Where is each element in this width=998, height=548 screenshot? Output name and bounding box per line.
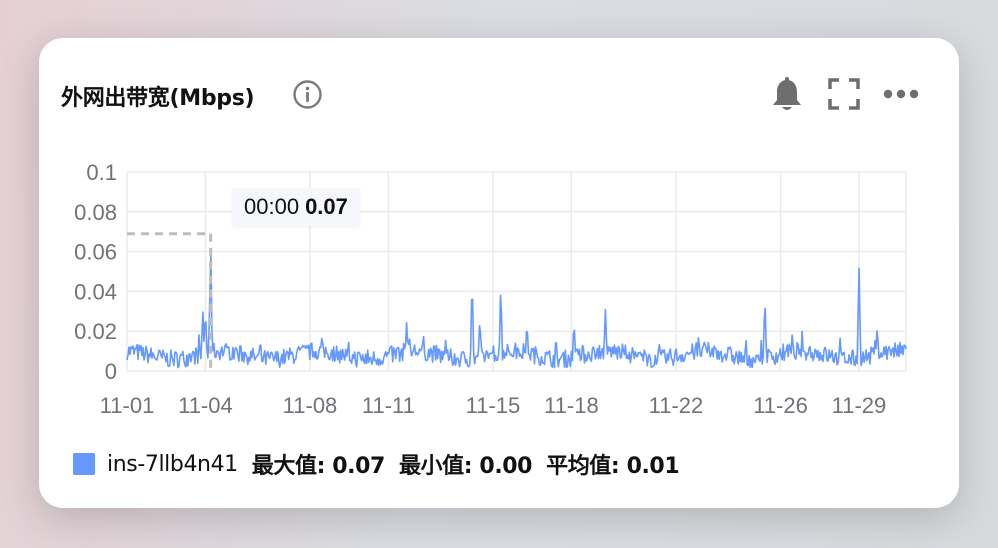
x-tick-label: 11-01 <box>100 393 155 418</box>
x-tick-label: 11-26 <box>753 393 808 418</box>
legend-series-name[interactable]: ins-7llb4n41 <box>107 452 238 477</box>
avg-stat: 平均值: 0.01 <box>546 448 680 480</box>
min-label: 最小值: <box>398 454 473 479</box>
avg-value: 0.01 <box>626 454 680 479</box>
y-tick-label: 0.04 <box>74 279 117 304</box>
x-tick-label: 11-18 <box>544 393 599 418</box>
min-value: 0.00 <box>479 454 533 479</box>
x-tick-label: 11-04 <box>178 393 233 418</box>
bandwidth-card: 外网出带宽(Mbps) 0 0.02 0.04 0.06 0.08 0.1 11-01 11-… <box>39 38 959 508</box>
x-tick-label: 11-22 <box>649 393 704 418</box>
min-stat: 最小值: 0.00 <box>398 448 533 480</box>
x-tick-label: 11-29 <box>832 393 887 418</box>
series-line <box>126 253 907 369</box>
x-tick-label: 11-15 <box>466 393 521 418</box>
legend-swatch[interactable] <box>73 453 95 475</box>
x-tick-label: 11-08 <box>283 393 338 418</box>
max-label: 最大值: <box>251 454 326 479</box>
y-tick-label: 0 <box>105 359 117 384</box>
chart-legend: ins-7llb4n41 最大值: 0.07 最小值: 0.00 平均值: 0.… <box>73 448 693 480</box>
tooltip-value: 0.07 <box>305 194 348 219</box>
tooltip-time: 00:00 <box>244 194 300 219</box>
hover-tooltip: 00:00 0.07 <box>232 188 360 226</box>
avg-label: 平均值: <box>546 454 620 479</box>
y-tick-label: 0.08 <box>74 200 117 225</box>
x-tick-label: 11-11 <box>362 393 415 418</box>
y-tick-label: 0.06 <box>74 240 117 265</box>
max-stat: 最大值: 0.07 <box>251 448 386 480</box>
bandwidth-line-chart[interactable]: 0 0.02 0.04 0.06 0.08 0.1 11-01 11-04 11-08 11-11… <box>39 38 959 438</box>
y-tick-label: 0.1 <box>86 160 117 185</box>
y-tick-label: 0.02 <box>74 319 117 344</box>
max-value: 0.07 <box>332 454 385 479</box>
